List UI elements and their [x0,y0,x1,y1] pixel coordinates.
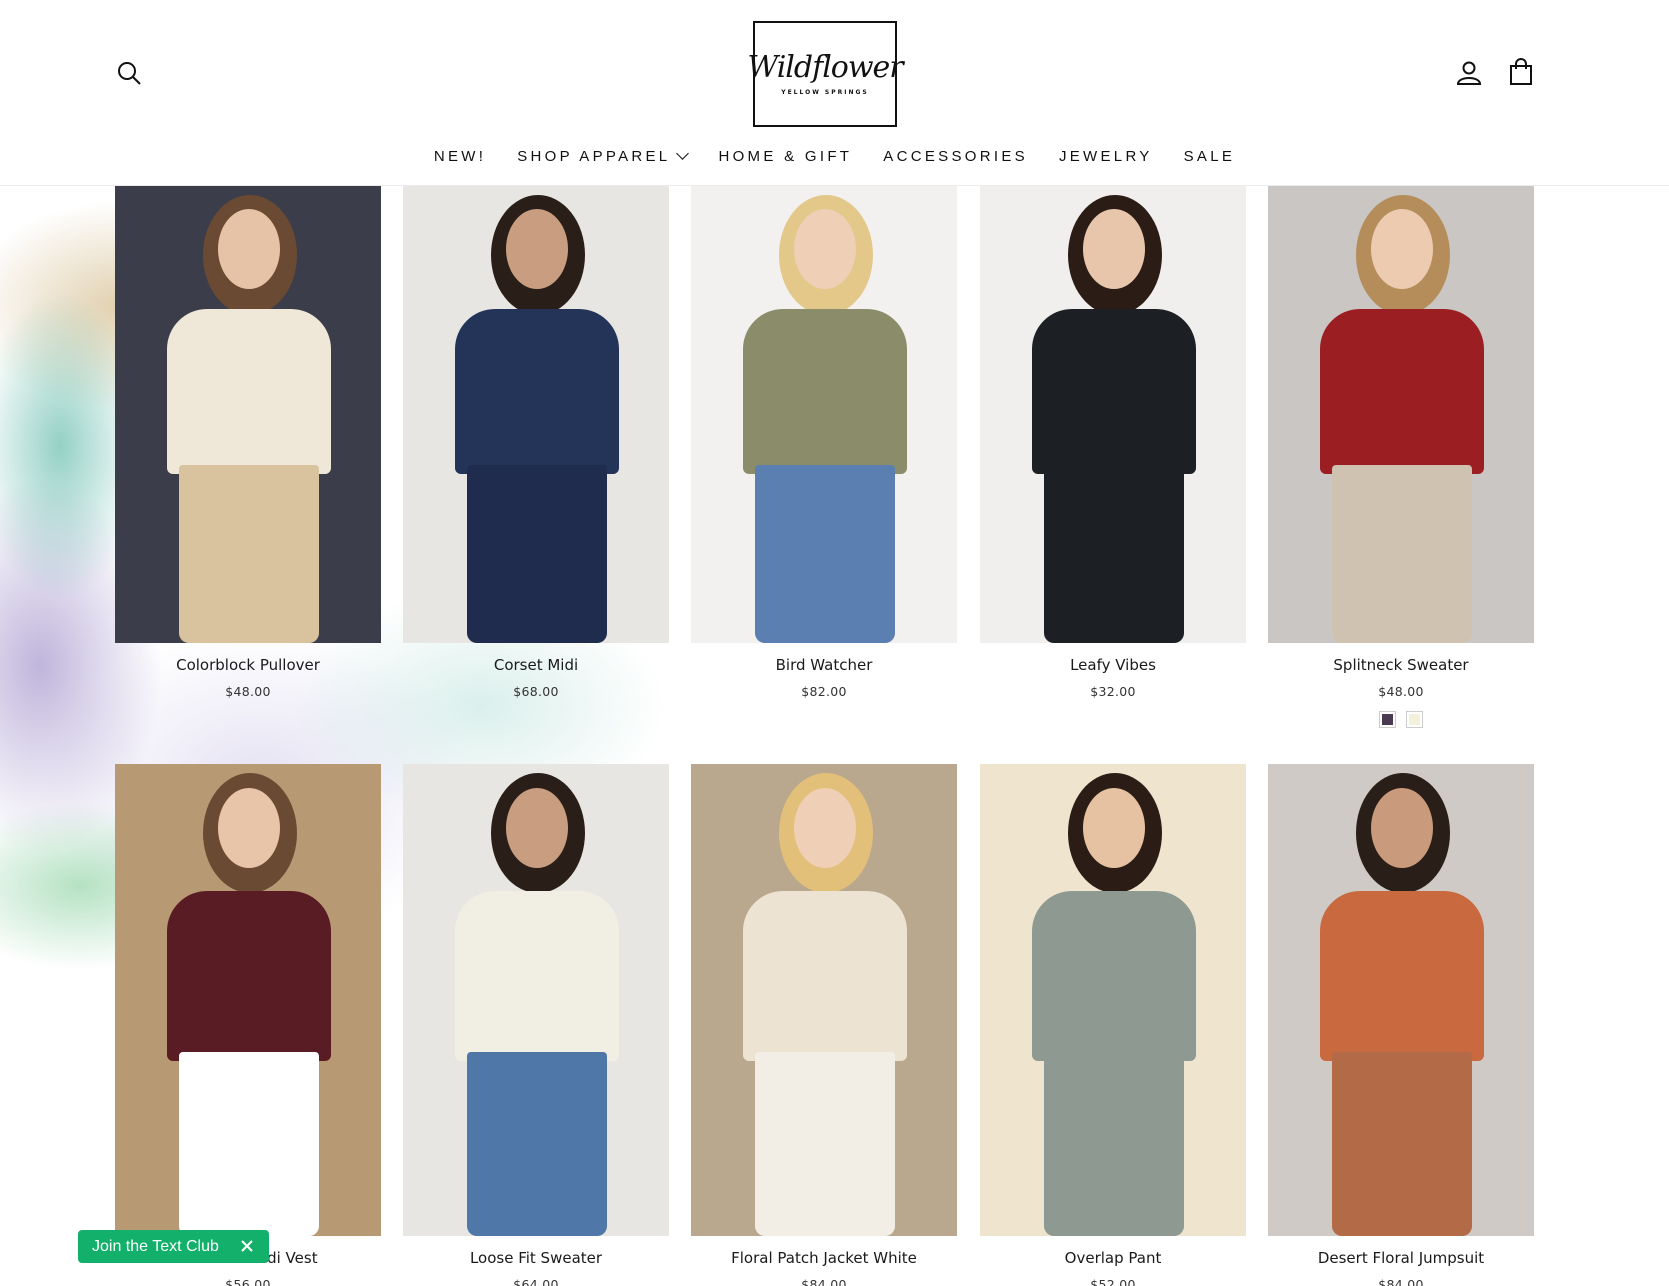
product-card[interactable]: Floral Patch Jacket White $84.00 [691,764,957,1286]
nav-item-jewelry[interactable]: JEWELRY [1059,140,1153,172]
product-name[interactable]: Desert Floral Jumpsuit [1268,1249,1534,1267]
brand-logo[interactable]: Wildflower YELLOW SPRINGS [747,21,904,127]
garment-top [1320,309,1484,474]
product-name[interactable]: Loose Fit Sweater [403,1249,669,1267]
product-name[interactable]: Splitneck Sweater [1268,656,1534,674]
product-price: $48.00 [1378,684,1424,699]
garment-top [167,309,331,474]
nav-item-label: SALE [1183,147,1236,165]
product-price: $48.00 [225,684,271,699]
product-image[interactable] [115,764,381,1236]
model-face [1083,787,1145,868]
product-card[interactable]: Loose Fit Sweater $64.00 [403,764,669,1286]
product-image[interactable] [691,764,957,1236]
product-price: $32.00 [1090,684,1136,699]
model-face [1371,208,1433,289]
text-club-button[interactable]: Join the Text Club [78,1230,269,1263]
nav-item-sale[interactable]: SALE [1184,140,1236,172]
nav-item-home-gift[interactable]: HOME & GIFT [718,140,852,172]
garment-bottom [1044,1051,1184,1236]
product-price: $84.00 [801,1277,847,1286]
chevron-down-icon [676,147,690,160]
model-face [794,787,856,868]
nav-item-label: HOME & GIFT [718,147,853,165]
nav-item-label: ACCESSORIES [883,147,1028,165]
product-image[interactable] [1268,764,1534,1236]
product-card[interactable]: Corset Midi $68.00 [403,186,669,699]
product-image[interactable] [980,186,1246,643]
product-name[interactable]: Bird Watcher [691,656,957,674]
garment-top [1032,309,1196,474]
color-swatch[interactable] [1406,711,1423,728]
model-face [1371,787,1433,868]
garment-bottom [755,464,895,643]
product-name[interactable]: Corset Midi [403,656,669,674]
product-price: $52.00 [1090,1277,1136,1286]
product-card[interactable]: Overlap Pant $52.00 [980,764,1246,1286]
product-price: $56.00 [225,1277,271,1286]
product-name[interactable]: Overlap Pant [980,1249,1246,1267]
garment-top [743,309,907,474]
product-name[interactable]: Floral Patch Jacket White [691,1249,957,1267]
main-nav: NEW! SHOP APPAREL HOME & GIFT ACCESSORIE… [0,140,1669,172]
garment-bottom [179,464,319,643]
product-name[interactable]: Leafy Vibes [980,656,1246,674]
model-face [218,787,280,868]
garment-top [1032,891,1196,1062]
product-name[interactable]: Colorblock Pullover [115,656,381,674]
product-image[interactable] [980,764,1246,1236]
product-price: $82.00 [801,684,847,699]
text-club-label: Join the Text Club [92,1237,219,1255]
brand-name: Wildflower [747,49,903,85]
nav-item-label: NEW! [433,147,487,165]
garment-bottom [1044,464,1184,643]
product-price: $68.00 [513,684,559,699]
product-price: $64.00 [513,1277,559,1286]
nav-item-new[interactable]: NEW! [434,140,486,172]
model-face [794,208,856,289]
product-card[interactable]: Colorblock Pullover $48.00 [115,186,381,699]
model-face [1083,208,1145,289]
garment-top [167,891,331,1062]
search-icon[interactable] [116,60,142,86]
nav-item-shop-apparel[interactable]: SHOP APPAREL [517,140,690,172]
color-swatches [1268,711,1534,728]
product-image[interactable] [403,186,669,643]
garment-bottom [179,1051,319,1236]
garment-top [743,891,907,1062]
nav-item-accessories[interactable]: ACCESSORIES [883,140,1028,172]
product-card[interactable]: Leafy Vibes $32.00 [980,186,1246,699]
product-image[interactable] [115,186,381,643]
garment-bottom [467,464,607,643]
site-header: Wildflower YELLOW SPRINGS NEW! SHOP APPA… [0,0,1669,186]
brand-tagline: YELLOW SPRINGS [781,88,869,96]
close-icon[interactable] [239,1238,255,1254]
color-swatch[interactable] [1379,711,1396,728]
product-image[interactable] [1268,186,1534,643]
garment-top [455,891,619,1062]
product-price: $84.00 [1378,1277,1424,1286]
nav-item-label: SHOP APPAREL [517,147,671,165]
garment-bottom [755,1051,895,1236]
shopping-bag-icon[interactable] [1509,58,1533,86]
product-image[interactable] [691,186,957,643]
garment-bottom [467,1051,607,1236]
garment-top [455,309,619,474]
product-card[interactable]: Desert Floral Jumpsuit $84.00 [1268,764,1534,1286]
product-image[interactable] [403,764,669,1236]
model-face [218,208,280,289]
garment-top [1320,891,1484,1062]
model-face [506,787,568,868]
user-icon[interactable] [1456,60,1482,86]
garment-bottom [1332,1051,1472,1236]
product-card[interactable]: Splitneck Sweater $48.00 [1268,186,1534,728]
garment-bottom [1332,464,1472,643]
nav-item-label: JEWELRY [1058,147,1153,165]
model-face [506,208,568,289]
product-card[interactable]: Bird Watcher $82.00 [691,186,957,699]
product-card[interactable]: Crochet Cardi Vest $56.00 [115,764,381,1286]
